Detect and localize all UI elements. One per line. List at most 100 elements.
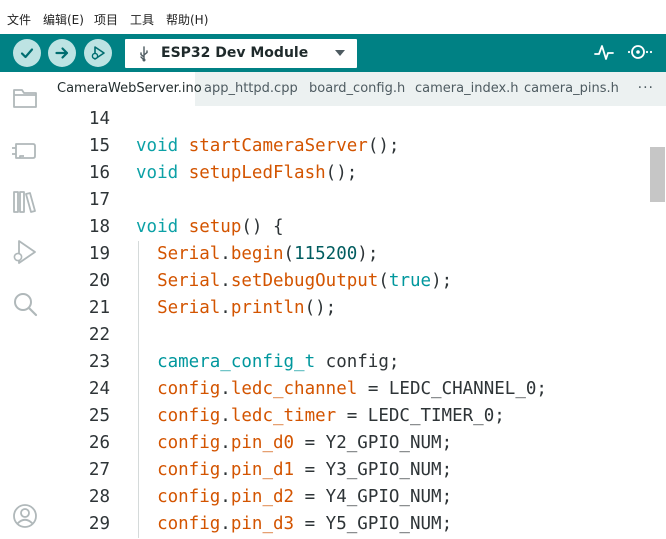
code-token: Serial bbox=[157, 244, 221, 264]
line-number: 20 bbox=[88, 271, 110, 291]
tab-camerawebserver[interactable]: CameraWebServer.ino bbox=[50, 72, 202, 106]
code-line[interactable]: 27 config.pin_d1 = Y3_GPIO_NUM; bbox=[50, 457, 650, 484]
arrow-right-icon bbox=[55, 47, 69, 59]
board-selector[interactable]: ESP32 Dev Module bbox=[125, 39, 357, 68]
usb-icon bbox=[140, 46, 148, 62]
menu-bar: 文件 编辑(E) 项目 工具 帮助(H) bbox=[0, 0, 666, 34]
board-name: ESP32 Dev Module bbox=[161, 45, 309, 61]
code-text: void setupLedFlash(); bbox=[136, 160, 357, 187]
more-tabs-button[interactable]: ··· bbox=[638, 80, 654, 96]
code-line[interactable]: 28 config.pin_d2 = Y4_GPIO_NUM; bbox=[50, 484, 650, 511]
code-token: (); bbox=[367, 136, 400, 156]
code-token: = LEDC_CHANNEL_0; bbox=[357, 379, 547, 399]
code-token: (); bbox=[325, 163, 358, 183]
line-number: 27 bbox=[88, 460, 110, 480]
code-line[interactable]: 21 Serial.println(); bbox=[50, 295, 650, 322]
code-line[interactable]: 14 bbox=[50, 106, 650, 133]
line-number: 21 bbox=[88, 298, 110, 318]
code-token: startCameraServer bbox=[188, 136, 368, 156]
code-text: Serial.println(); bbox=[136, 295, 336, 322]
code-token: config bbox=[157, 487, 221, 507]
line-number: 18 bbox=[88, 217, 110, 237]
code-editor[interactable]: 14 15 void startCameraServer(); 16 void setu… bbox=[50, 106, 650, 539]
menu-file[interactable]: 文件 bbox=[7, 11, 31, 28]
code-token: ); bbox=[431, 271, 453, 291]
plotter-icon[interactable] bbox=[594, 42, 614, 62]
code-line[interactable]: 17 bbox=[50, 187, 650, 214]
code-token: . bbox=[220, 460, 231, 480]
search-icon[interactable] bbox=[11, 290, 39, 318]
code-line[interactable]: 20 Serial.setDebugOutput(true); bbox=[50, 268, 650, 295]
code-text: config.pin_d0 = Y2_GPIO_NUM; bbox=[136, 430, 452, 457]
toolbar: ESP32 Dev Module bbox=[0, 34, 666, 72]
code-token: ( bbox=[378, 271, 389, 291]
code-token: ledc_channel bbox=[230, 379, 358, 399]
code-line[interactable]: 18 void setup() { bbox=[50, 214, 650, 241]
account-icon[interactable] bbox=[11, 502, 39, 530]
scrollbar-thumb[interactable] bbox=[650, 147, 665, 202]
code-text: config.pin_d3 = Y5_GPIO_NUM; bbox=[136, 511, 452, 538]
code-token: . bbox=[220, 406, 231, 426]
monitor-icon[interactable] bbox=[627, 42, 653, 62]
code-token: ( bbox=[283, 244, 295, 264]
code-token: pin_d0 bbox=[230, 433, 295, 453]
tab-label: CameraWebServer.ino bbox=[57, 81, 202, 96]
code-token: config; bbox=[315, 352, 400, 372]
debug-button[interactable] bbox=[84, 39, 112, 67]
debug-icon[interactable] bbox=[11, 238, 39, 266]
code-text: config.pin_d2 = Y4_GPIO_NUM; bbox=[136, 484, 452, 511]
line-number: 25 bbox=[88, 406, 110, 426]
tab-camera-index[interactable]: camera_index.h bbox=[405, 72, 519, 106]
tab-app-httpd[interactable]: app_httpd.cpp bbox=[195, 72, 299, 106]
menu-tools[interactable]: 工具 bbox=[130, 11, 154, 28]
menu-edit[interactable]: 编辑(E) bbox=[43, 11, 84, 28]
code-token: Serial bbox=[157, 271, 221, 291]
tab-camera-pins[interactable]: camera_pins.h bbox=[514, 72, 624, 106]
menu-help[interactable]: 帮助(H) bbox=[166, 11, 208, 28]
code-token: 115200 bbox=[294, 244, 358, 264]
code-line[interactable]: 24 config.ledc_channel = LEDC_CHANNEL_0; bbox=[50, 376, 650, 403]
sidebar bbox=[0, 72, 50, 539]
tab-board-config[interactable]: board_config.h bbox=[299, 72, 405, 106]
line-number: 17 bbox=[88, 190, 110, 210]
code-line[interactable]: 15 void startCameraServer(); bbox=[50, 133, 650, 160]
code-token: = Y4_GPIO_NUM; bbox=[294, 487, 453, 507]
line-number: 14 bbox=[88, 109, 110, 129]
debug-icon bbox=[91, 46, 105, 60]
code-line[interactable]: 19 Serial.begin(115200); bbox=[50, 241, 650, 268]
board-icon[interactable] bbox=[11, 136, 39, 164]
tab-label: camera_pins.h bbox=[524, 81, 619, 96]
line-number: 28 bbox=[88, 487, 110, 507]
line-number: 26 bbox=[88, 433, 110, 453]
code-line[interactable]: 23 camera_config_t config; bbox=[50, 349, 650, 376]
code-line[interactable]: 29 config.pin_d3 = Y5_GPIO_NUM; bbox=[50, 511, 650, 538]
code-token: pin_d2 bbox=[230, 487, 295, 507]
code-text: void startCameraServer(); bbox=[136, 133, 399, 160]
code-token: config bbox=[157, 460, 221, 480]
line-number: 19 bbox=[88, 244, 110, 264]
code-text: camera_config_t config; bbox=[136, 349, 399, 376]
menu-sketch[interactable]: 项目 bbox=[94, 11, 118, 28]
code-token: = LEDC_TIMER_0; bbox=[336, 406, 505, 426]
chevron-down-icon bbox=[335, 50, 345, 56]
upload-button[interactable] bbox=[48, 39, 76, 67]
code-text: config.ledc_timer = LEDC_TIMER_0; bbox=[136, 403, 505, 430]
folder-icon[interactable] bbox=[11, 84, 39, 112]
code-line[interactable]: 25 config.ledc_timer = LEDC_TIMER_0; bbox=[50, 403, 650, 430]
verify-button[interactable] bbox=[13, 39, 41, 67]
code-line[interactable]: 16 void setupLedFlash(); bbox=[50, 160, 650, 187]
library-icon[interactable] bbox=[11, 188, 39, 216]
code-token: setup bbox=[188, 217, 242, 237]
code-line[interactable]: 22 bbox=[50, 322, 650, 349]
code-line[interactable]: 26 config.pin_d0 = Y2_GPIO_NUM; bbox=[50, 430, 650, 457]
